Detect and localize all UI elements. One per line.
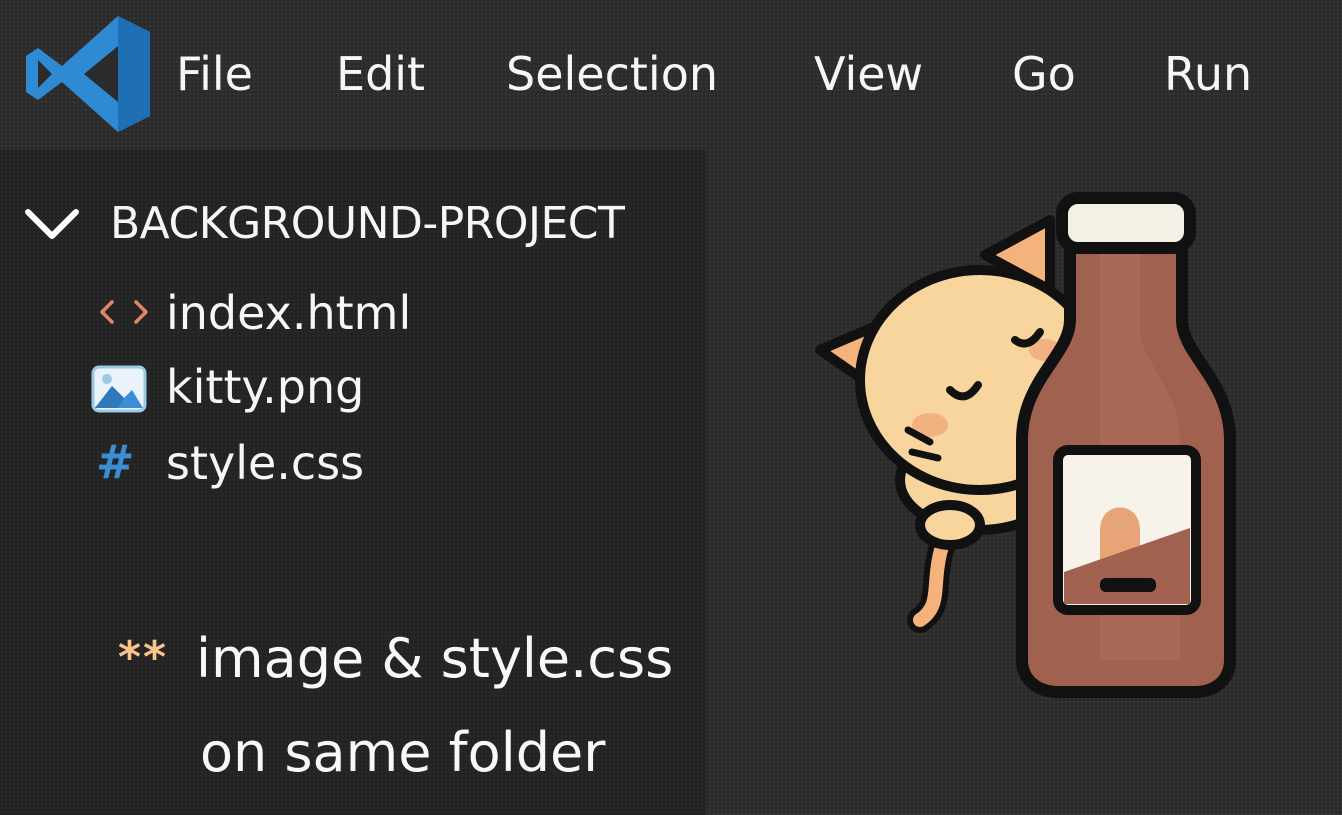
menu-bar: File Edit Selection View Go Run xyxy=(0,0,1342,148)
menu-edit[interactable]: Edit xyxy=(336,44,425,104)
menu-run[interactable]: Run xyxy=(1164,44,1252,104)
file-name: style.css xyxy=(166,436,365,490)
folder-row[interactable]: BACKGROUND-PROJECT xyxy=(0,190,706,260)
note-line-1: image & style.css xyxy=(196,627,674,690)
menu-selection[interactable]: Selection xyxy=(506,44,718,104)
note-line-2: on same folder xyxy=(200,721,606,784)
image-icon xyxy=(91,365,147,413)
menu-file[interactable]: File xyxy=(176,44,253,104)
file-name: index.html xyxy=(166,286,412,340)
file-name: kitty.png xyxy=(166,360,365,414)
file-item-style-css[interactable]: # style.css xyxy=(0,430,706,500)
hash-icon: # xyxy=(96,435,135,489)
file-item-kitty-png[interactable]: kitty.png xyxy=(0,354,706,424)
cat-with-bottle-illustration xyxy=(815,192,1236,698)
folder-name: BACKGROUND-PROJECT xyxy=(110,198,625,249)
vscode-logo-icon xyxy=(26,16,150,132)
menu-go[interactable]: Go xyxy=(1012,44,1076,104)
note-stars: ** xyxy=(118,632,169,683)
chevron-down-icon[interactable] xyxy=(22,204,82,244)
file-item-index-html[interactable]: index.html xyxy=(0,280,706,350)
html-icon xyxy=(100,300,148,324)
menu-view[interactable]: View xyxy=(814,44,923,104)
